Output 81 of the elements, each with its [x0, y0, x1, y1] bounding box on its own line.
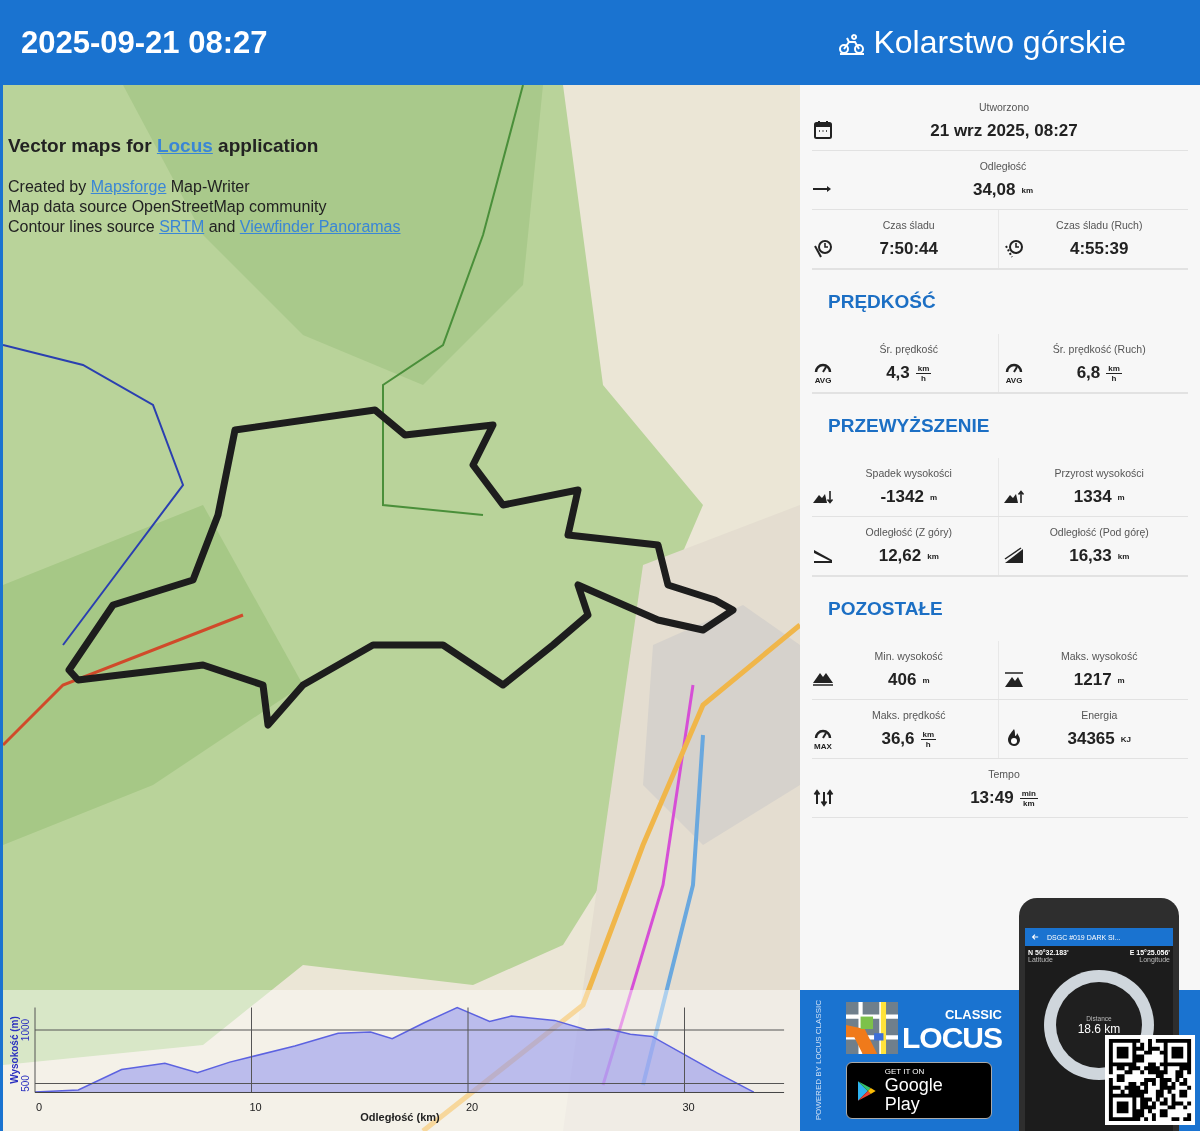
attribution-line: Map data source OpenStreetMap community	[8, 197, 328, 217]
stat-value: 16,33	[1069, 546, 1112, 566]
google-play-badge[interactable]: GET IT ON Google Play	[846, 1062, 992, 1119]
x-tick-label: 10	[249, 1101, 262, 1113]
stat-value: 34,08	[972, 180, 1016, 200]
stat-label: Tempo	[988, 768, 1020, 780]
stat-unit: km	[1117, 551, 1130, 561]
stopwatch-icon	[812, 237, 834, 259]
stat-unit: km h	[915, 363, 932, 383]
stat-label: Odległość	[979, 160, 1027, 172]
attribution-link[interactable]: SRTM	[159, 218, 205, 235]
slope-icon	[1002, 544, 1025, 566]
icon-caption: MAX	[814, 741, 832, 749]
back-arrow-icon	[1031, 933, 1039, 941]
stat-value: 13:49	[970, 788, 1014, 808]
qr-code-icon	[1105, 1035, 1195, 1125]
stat-label: Czas śladu (Ruch)	[1056, 219, 1143, 231]
powered-by-text: POWERED BY LOCUS CLASSIC	[814, 1000, 824, 1121]
stat-value: 4,3	[886, 363, 910, 383]
stat-label: Maks. prędkość	[872, 709, 946, 721]
edition-text: CLASSIC	[944, 1007, 1002, 1022]
brand-name: LOCUS	[902, 1022, 1002, 1054]
stopwatch-icon	[1002, 237, 1025, 259]
section-heading: PRĘDKOŚĆ	[812, 269, 1188, 334]
x-tick-label: 20	[465, 1101, 479, 1113]
stat-label: Min. wysokość	[874, 650, 943, 662]
attribution-title: Vector maps for Locus application	[8, 135, 320, 157]
section-heading: POZOSTAŁE	[812, 576, 1188, 641]
stat-value: 34365	[1067, 729, 1115, 749]
y-tick-label: 1000	[20, 1018, 31, 1042]
arrow-icon	[812, 185, 832, 193]
stat-value: 6,8	[1076, 363, 1101, 383]
stat-value: 1217	[1073, 670, 1112, 690]
stat-label: Utworzono	[978, 101, 1030, 113]
section-heading: PRZEWYŻSZENIE	[812, 393, 1188, 458]
stat-value: -1342	[880, 487, 924, 507]
icon-caption: AVG	[1005, 375, 1022, 383]
stat-value: 406	[888, 670, 917, 690]
attribution-link[interactable]: Mapsforge	[90, 178, 167, 195]
stat-label: Energia	[1081, 709, 1118, 721]
stat-label: Odległość (Z góry)	[865, 526, 952, 538]
stat-value: 4:55:39	[1069, 239, 1129, 259]
track-date: 2025-09-21 08:27	[21, 24, 268, 61]
stat-unit: m	[922, 675, 930, 685]
stat-value: 12,62	[878, 546, 922, 566]
attribution-line: Created by Mapsforge Map-Writer	[8, 177, 251, 197]
stat-unit: km h	[1106, 363, 1122, 383]
stat-label: Czas śladu	[882, 219, 935, 231]
y-tick-label: 500	[20, 1075, 31, 1092]
stat-label: Spadek wysokości	[865, 467, 952, 479]
stat-label: Śr. prędkość	[879, 343, 938, 355]
map-logo-icon	[846, 1002, 898, 1054]
y-axis-label: Wysokość (m)	[9, 1016, 20, 1084]
stat-value: 1334	[1073, 487, 1112, 507]
stat-unit: km	[927, 551, 939, 561]
stat-value: 21 wrz 2025, 08:27	[930, 121, 1078, 141]
play-icon	[857, 1079, 877, 1102]
calendar-icon	[812, 119, 834, 141]
stat-unit: m	[929, 492, 938, 502]
activity-type: Kolarstwo górskie	[873, 24, 1126, 61]
icon-caption: AVG	[814, 375, 832, 383]
attribution-link[interactable]: Locus	[156, 135, 213, 156]
stat-unit: m	[1117, 492, 1125, 502]
stat-unit: km	[1021, 185, 1034, 195]
x-axis-label: Odległość (km)	[360, 1111, 440, 1123]
stat-unit: m	[1117, 675, 1125, 685]
stat-label: Przyrost wysokości	[1054, 467, 1144, 479]
mountain-icon	[812, 672, 834, 686]
stat-value: 7:50:44	[879, 239, 939, 259]
x-tick-label: 0	[35, 1101, 43, 1113]
stat-unit: min km	[1019, 788, 1038, 808]
stat-unit: km h	[920, 729, 937, 749]
stat-unit: KJ	[1120, 734, 1131, 744]
stat-label: Odległość (Pod górę)	[1049, 526, 1149, 538]
x-tick-label: 30	[682, 1101, 695, 1113]
distance-value: 18.6 km	[1077, 1021, 1121, 1036]
attribution-link[interactable]: Viewfinder Panoramas	[239, 218, 401, 235]
attribution-line: Contour lines source SRTM and Viewfinder Panoramas	[8, 217, 401, 237]
stat-label: Maks. wysokość	[1061, 650, 1138, 662]
stat-value: 36,6	[881, 729, 915, 749]
stat-label: Śr. prędkość (Ruch)	[1052, 343, 1146, 355]
